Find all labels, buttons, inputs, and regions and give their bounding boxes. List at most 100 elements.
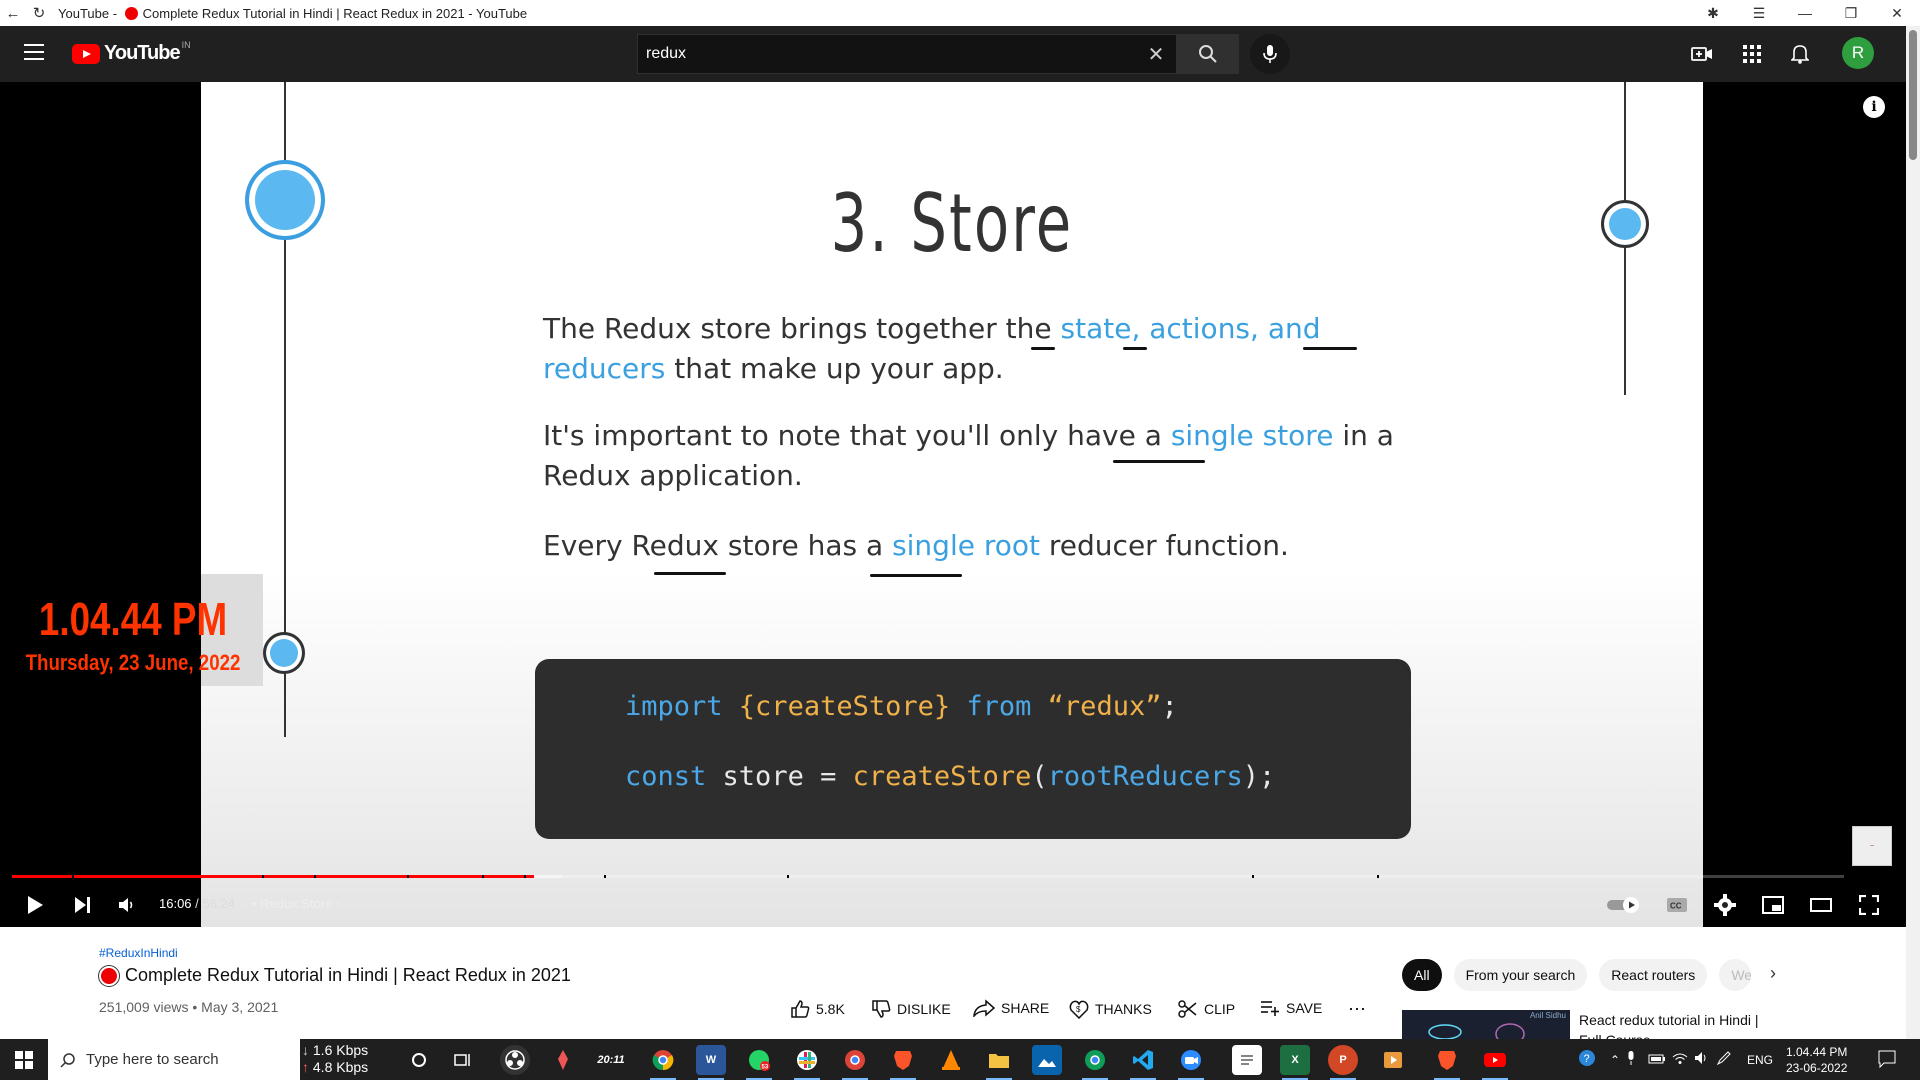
notifications-bell-icon[interactable]	[1788, 42, 1812, 66]
recommended-video-title[interactable]: React redux tutorial in Hindi | Full Cou…	[1579, 1010, 1769, 1039]
subtitles-button[interactable]: CC	[1662, 890, 1692, 920]
svg-text:CC: CC	[1670, 902, 1682, 911]
notepad-icon[interactable]	[1232, 1045, 1262, 1075]
file-explorer-icon[interactable]	[984, 1045, 1014, 1080]
video-hashtag[interactable]: #ReduxInHindi	[99, 946, 178, 960]
create-video-icon[interactable]	[1690, 42, 1714, 66]
chip-react-routers[interactable]: React routers	[1599, 959, 1708, 991]
chrome-profile-icon[interactable]	[840, 1045, 870, 1080]
cortana-icon[interactable]	[404, 1045, 434, 1075]
red-circle-emoji-icon	[99, 965, 119, 986]
clear-search-icon[interactable]: ✕	[1136, 42, 1176, 67]
task-view-icon[interactable]	[448, 1045, 478, 1075]
word-icon[interactable]: W	[696, 1045, 726, 1080]
voice-search-button[interactable]	[1250, 34, 1290, 74]
chip-all[interactable]: All	[1402, 959, 1442, 991]
chrome-alt-icon[interactable]	[1080, 1045, 1110, 1080]
back-arrow-icon[interactable]: ←	[0, 0, 26, 26]
mute-button[interactable]	[112, 890, 142, 920]
chapter-marker	[524, 875, 526, 878]
dislike-button[interactable]: DISLIKE	[871, 999, 951, 1019]
excel-icon[interactable]: X	[1280, 1045, 1310, 1080]
save-button[interactable]: SAVE	[1260, 999, 1322, 1017]
page-scrollbar[interactable]	[1906, 26, 1920, 1039]
chapter-marker	[787, 875, 789, 878]
video-player[interactable]: 3. Store The Redux store brings together…	[0, 82, 1906, 927]
next-video-button[interactable]	[68, 890, 98, 920]
extensions-icon[interactable]: ✱	[1690, 0, 1736, 26]
annotation-underline	[870, 574, 962, 577]
gear-icon	[1714, 894, 1736, 916]
taskbar-search[interactable]: Type here to search	[48, 1039, 300, 1080]
chip-partial[interactable]: We	[1719, 959, 1752, 991]
powerpoint-icon[interactable]: P	[1328, 1045, 1358, 1080]
scrollbar-thumb[interactable]	[1909, 30, 1917, 160]
settings-button[interactable]	[1710, 890, 1740, 920]
reload-icon[interactable]: ↻	[26, 0, 52, 26]
like-button[interactable]: 5.8K	[790, 999, 845, 1019]
brave-icon[interactable]	[888, 1045, 918, 1080]
timeline-node-right	[1601, 200, 1649, 248]
search-input[interactable]	[638, 45, 1136, 63]
obs-icon[interactable]	[500, 1045, 530, 1075]
account-avatar[interactable]: R	[1842, 37, 1874, 69]
pen-ink-icon[interactable]	[1716, 1050, 1742, 1069]
theater-mode-button[interactable]	[1806, 890, 1836, 920]
more-actions-icon[interactable]: ⋯	[1348, 999, 1366, 1020]
progress-bar[interactable]	[12, 875, 1844, 878]
pen-app-icon[interactable]	[548, 1045, 578, 1075]
restore-button[interactable]: ❐	[1828, 0, 1874, 26]
hamburger-menu-icon[interactable]	[24, 44, 44, 60]
clock-app-icon[interactable]: 20:11	[596, 1045, 626, 1075]
slide-paragraph-1: The Redux store brings together the stat…	[543, 312, 1321, 385]
vscode-icon[interactable]	[1128, 1045, 1158, 1080]
chip-from-your-search[interactable]: From your search	[1453, 959, 1588, 991]
minimize-button[interactable]: —	[1782, 0, 1828, 26]
media-player-icon[interactable]	[1378, 1045, 1408, 1075]
fullscreen-button[interactable]	[1854, 890, 1884, 920]
notification-center-icon[interactable]	[1878, 1050, 1896, 1073]
recommended-video-thumbnail[interactable]: Anil Sidhu	[1402, 1010, 1570, 1039]
apps-grid-icon[interactable]	[1740, 42, 1764, 66]
help-icon[interactable]: ?	[1578, 1049, 1604, 1070]
autoplay-toggle-icon	[1607, 897, 1639, 913]
autoplay-toggle[interactable]	[1606, 890, 1642, 920]
chevron-up-icon[interactable]: ⌃	[1604, 1053, 1626, 1067]
brave-alt-icon[interactable]	[1432, 1045, 1462, 1080]
recording-dot-icon	[124, 6, 138, 20]
chrome-icon[interactable]	[648, 1045, 678, 1080]
current-time: 16:06	[159, 896, 192, 911]
wifi-icon[interactable]	[1672, 1052, 1694, 1067]
youtube-logo[interactable]: YouTube IN	[72, 40, 191, 65]
share-button[interactable]: SHARE	[973, 999, 1049, 1017]
thanks-button[interactable]: $ THANKS	[1069, 999, 1152, 1019]
chapter-title[interactable]: • Redux Store ›	[252, 896, 340, 911]
photos-icon[interactable]	[1032, 1045, 1062, 1075]
speaker-icon[interactable]	[1694, 1051, 1716, 1068]
youtube-app-icon[interactable]	[1480, 1045, 1510, 1080]
chevron-right-icon[interactable]: ›	[1770, 963, 1776, 984]
battery-icon[interactable]	[1648, 1053, 1672, 1067]
slack-icon[interactable]	[792, 1045, 822, 1080]
search-button[interactable]	[1177, 34, 1239, 74]
vlc-icon[interactable]	[936, 1045, 966, 1075]
theater-mode-icon	[1810, 898, 1832, 912]
miniplayer-button[interactable]	[1758, 890, 1788, 920]
time-display: 16:06 / 56:24	[159, 896, 235, 911]
start-button[interactable]	[0, 1039, 48, 1080]
zoom-icon[interactable]	[1176, 1045, 1206, 1080]
whatsapp-icon[interactable]: 53	[744, 1045, 774, 1080]
play-button[interactable]	[20, 890, 50, 920]
input-language[interactable]: ENG	[1742, 1053, 1778, 1067]
info-icon[interactable]: i	[1863, 96, 1885, 118]
video-details: #ReduxInHindi Complete Redux Tutorial in…	[0, 927, 1906, 1039]
channel-watermark[interactable]: ~	[1852, 826, 1892, 866]
close-window-button[interactable]: ✕	[1874, 0, 1920, 26]
microphone-tray-icon[interactable]	[1626, 1050, 1648, 1069]
search-icon	[60, 1052, 75, 1068]
taskbar-clock[interactable]: 1.04.44 PM 23-06-2022	[1786, 1044, 1847, 1076]
network-speed: ↓ 1.6 Kbps ↑ 4.8 Kbps	[302, 1042, 369, 1075]
taskbar-search-placeholder: Type here to search	[86, 1051, 219, 1068]
clip-button[interactable]: CLIP	[1178, 999, 1235, 1019]
browser-menu-icon[interactable]: ☰	[1736, 0, 1782, 26]
